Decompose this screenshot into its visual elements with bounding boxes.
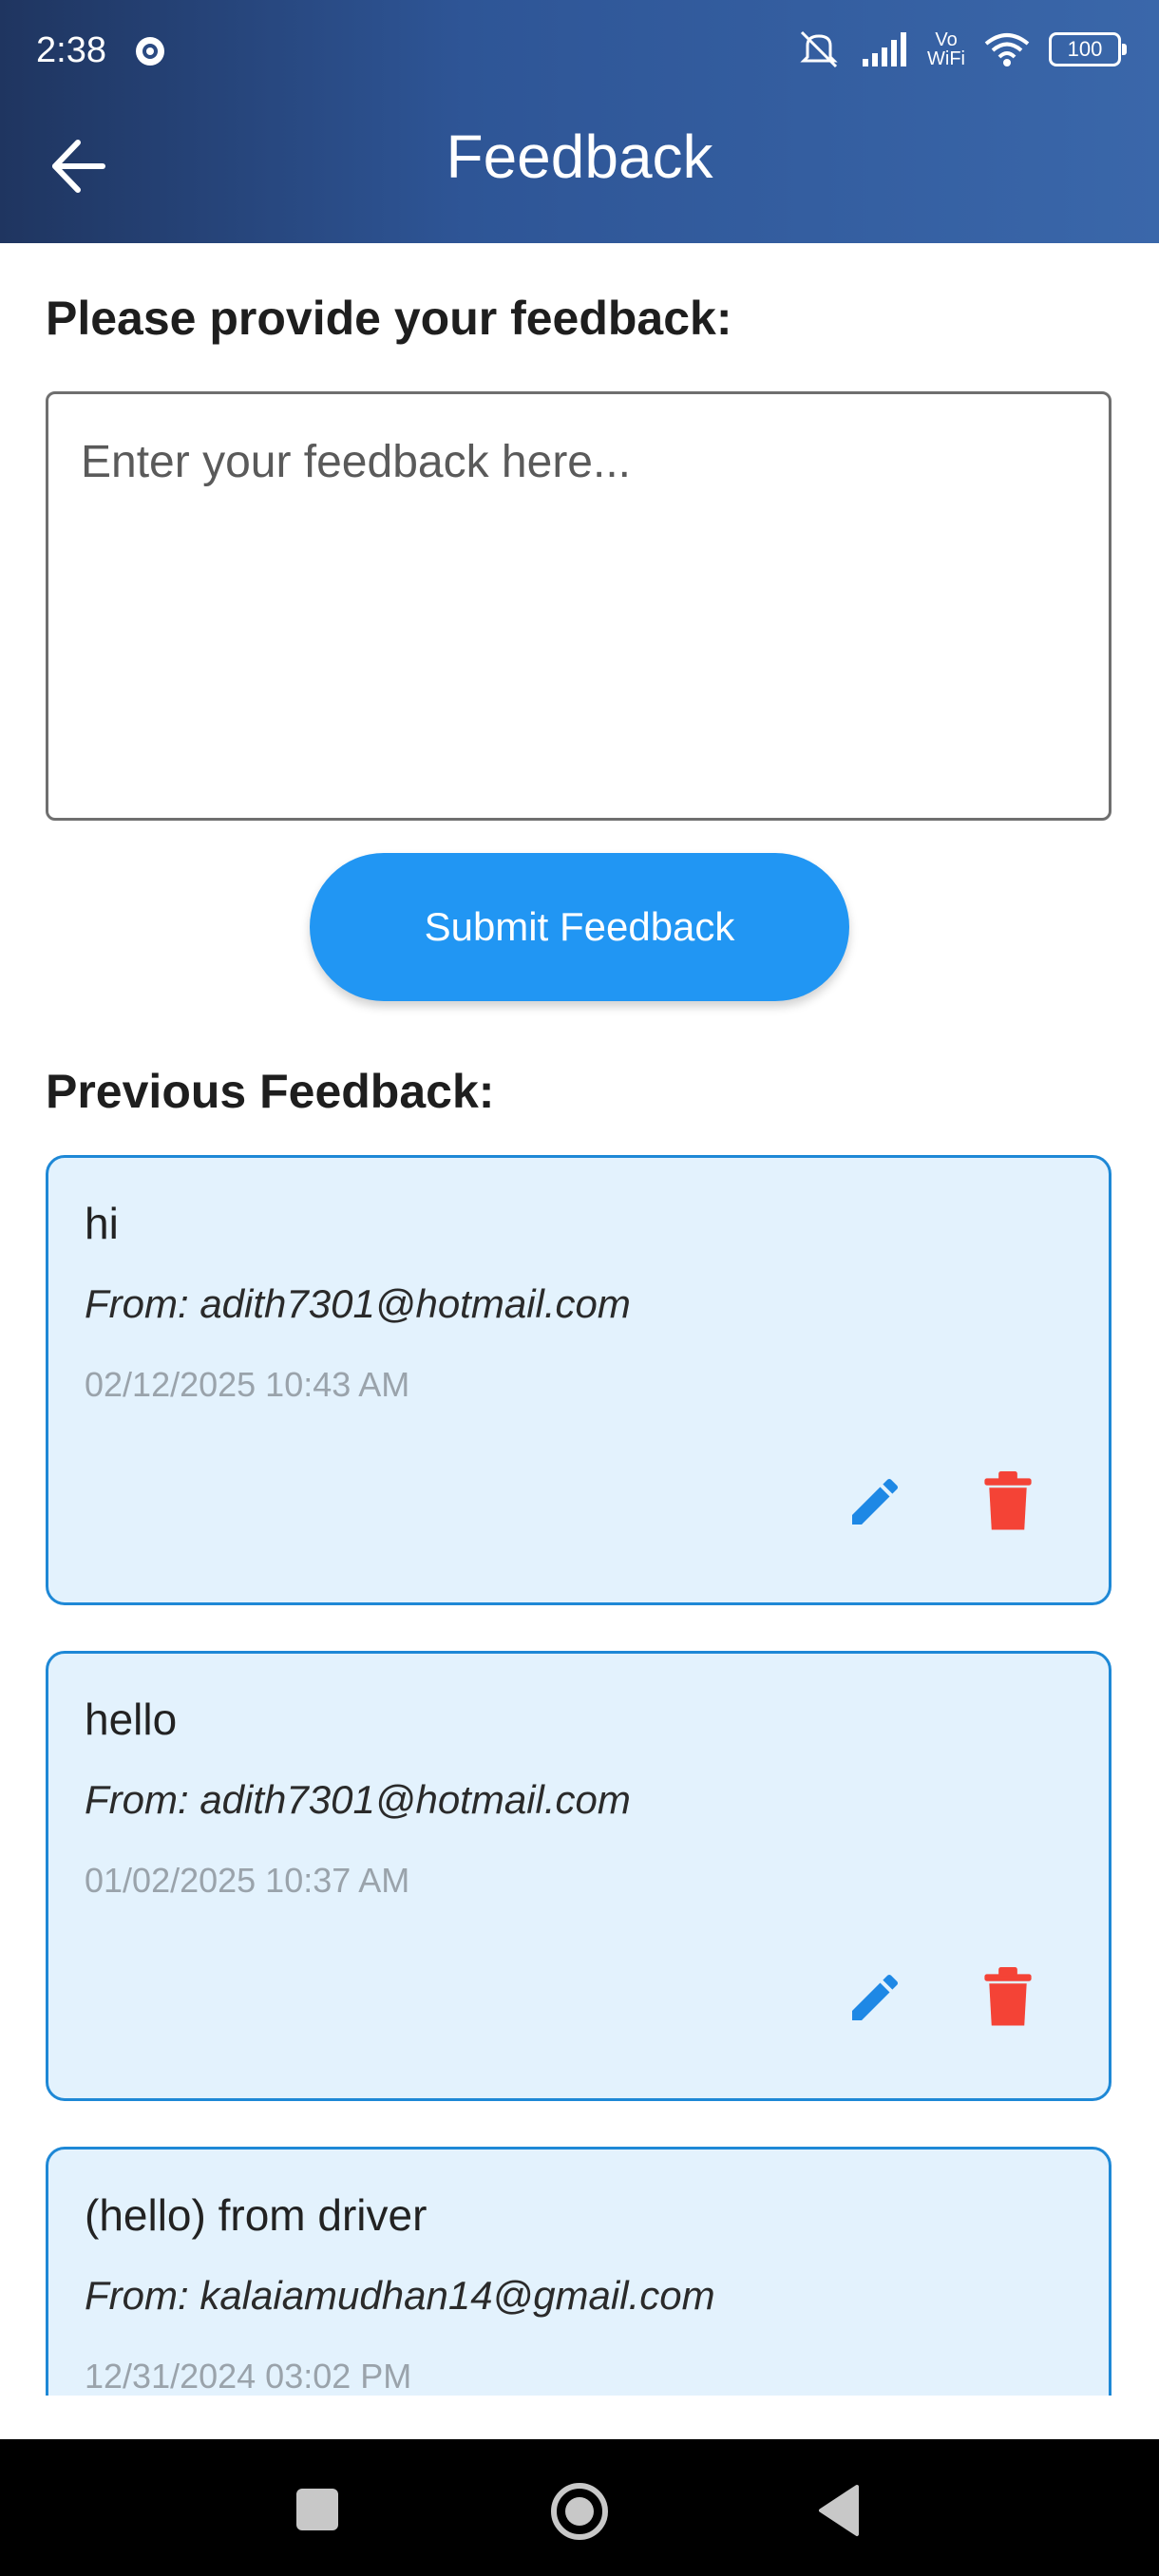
mute-icon (800, 30, 838, 68)
list-bottom-mask (0, 2396, 1159, 2439)
page-title: Feedback (446, 123, 713, 191)
system-nav-bar (0, 2439, 1159, 2576)
delete-icon[interactable] (981, 1967, 1035, 2028)
feedback-message: (hello) from driver (85, 2190, 428, 2240)
status-time: 2:38 (36, 30, 106, 70)
feedback-input[interactable]: Enter your feedback here... (46, 391, 1112, 821)
square-icon[interactable] (296, 2489, 338, 2530)
feedback-placeholder: Enter your feedback here... (81, 437, 631, 487)
back-triangle-icon[interactable] (815, 2483, 863, 2538)
feedback-date: 12/31/2024 03:02 PM (85, 2357, 412, 2396)
edit-icon[interactable] (845, 1471, 905, 1532)
feedback-prompt: Please provide your feedback: (46, 292, 732, 345)
submit-feedback-button[interactable]: Submit Feedback (310, 853, 849, 1001)
previous-feedback-heading: Previous Feedback: (46, 1065, 495, 1118)
feedback-date: 01/02/2025 10:37 AM (85, 1861, 410, 1900)
record-icon (136, 37, 164, 66)
battery-indicator: 100 (1049, 32, 1127, 66)
feedback-card: hi From: adith7301@hotmail.com 02/12/202… (46, 1155, 1112, 1605)
feedback-author: From: adith7301@hotmail.com (85, 1777, 631, 1822)
feedback-date: 02/12/2025 10:43 AM (85, 1365, 410, 1404)
feedback-message: hi (85, 1199, 119, 1248)
feedback-author: From: kalaiamudhan14@gmail.com (85, 2273, 715, 2318)
vowifi-label: Vo WiFi (927, 29, 965, 69)
home-icon[interactable] (549, 2481, 610, 2542)
feedback-message: hello (85, 1695, 178, 1744)
feedback-author: From: adith7301@hotmail.com (85, 1281, 631, 1326)
feedback-card: hello From: adith7301@hotmail.com 01/02/… (46, 1651, 1112, 2101)
signal-icon (863, 32, 907, 66)
delete-icon[interactable] (981, 1471, 1035, 1532)
wifi-icon (984, 33, 1030, 66)
status-icons: Vo WiFi 100 (796, 28, 1127, 70)
status-bar: 2:38 Vo WiFi 100 (0, 0, 1159, 104)
app-bar: 2:38 Vo WiFi 100 Feedback (0, 0, 1159, 243)
edit-icon[interactable] (845, 1967, 905, 2028)
